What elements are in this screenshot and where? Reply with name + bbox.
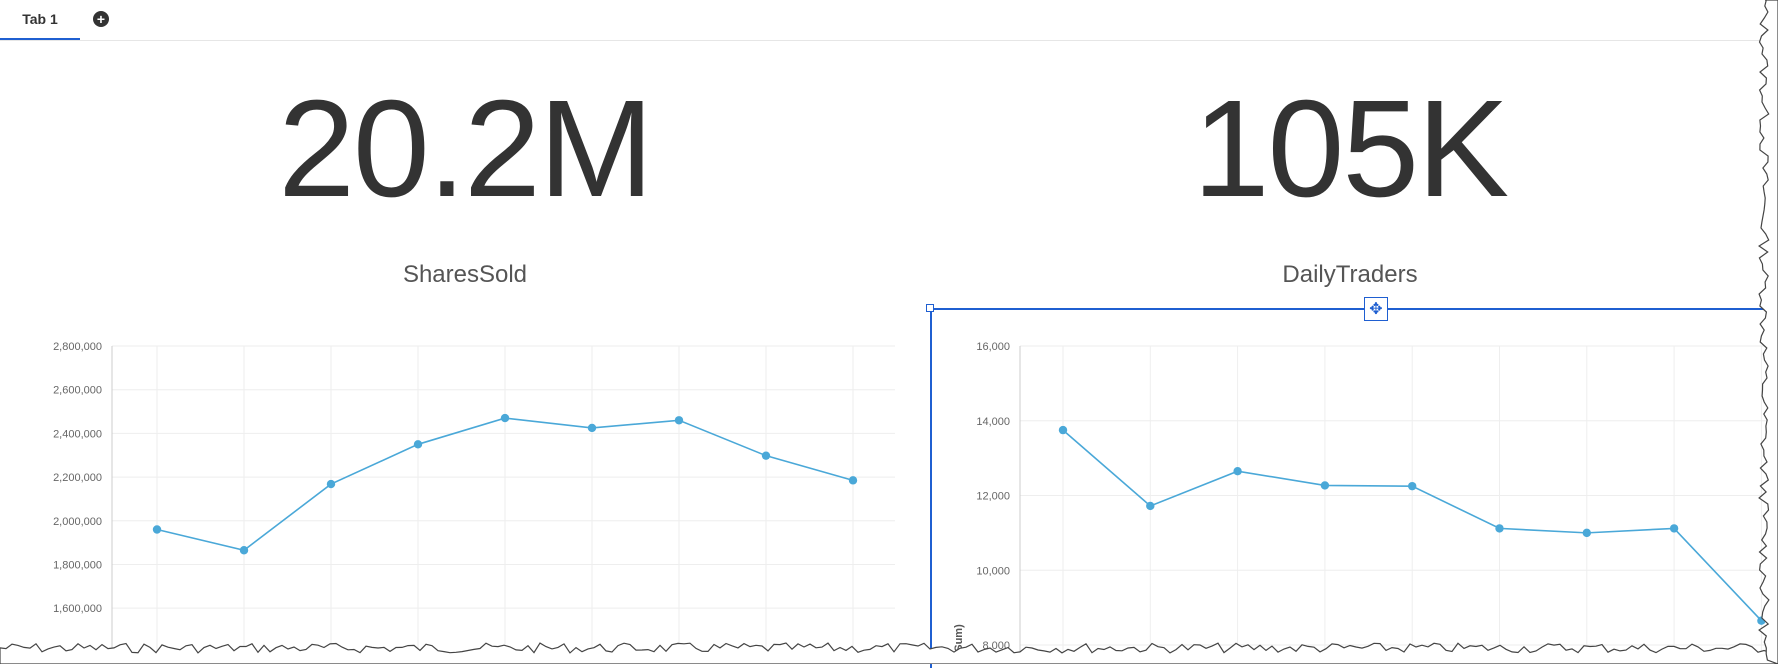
y-tick-label: 1,600,000 <box>53 603 102 615</box>
y-tick-label: 1,800,000 <box>53 559 102 571</box>
data-point[interactable] <box>152 525 162 534</box>
kpi-label: SharesSold <box>402 261 528 288</box>
data-point[interactable] <box>1757 616 1766 625</box>
kpi-label: DailyTraders <box>1282 261 1418 288</box>
move-arrows-icon[interactable]: ✥ <box>1364 297 1388 321</box>
data-point[interactable] <box>1669 524 1679 533</box>
kpi-value: 105K <box>1192 72 1509 226</box>
y-tick-label: 2,800,000 <box>53 341 102 353</box>
kpi-value: 20.2M <box>278 72 654 226</box>
y-tick-label: 2,200,000 <box>53 472 102 484</box>
data-point[interactable] <box>1233 467 1242 476</box>
y-tick-label: 10,000 <box>976 565 1010 577</box>
selection-border-left <box>930 308 932 668</box>
data-point[interactable] <box>1582 528 1591 538</box>
tab-1[interactable]: Tab 1 <box>0 0 80 40</box>
data-point[interactable] <box>848 476 858 485</box>
data-point[interactable] <box>674 416 684 425</box>
selection-border-top <box>930 308 1770 310</box>
y-axis-label: ers (Sum) <box>953 624 965 664</box>
data-point[interactable] <box>1320 481 1330 490</box>
data-point[interactable] <box>500 413 510 423</box>
daily-traders-line-chart[interactable]: 8,000 10,000 12,000 14,000 16,000 ers (Sum) <box>932 330 1770 664</box>
data-point[interactable] <box>761 451 771 460</box>
tab-bar: Tab 1 + <box>0 0 1770 41</box>
shares-sold-line-chart[interactable]: 1,600,000 1,800,000 2,000,000 2,200,000 2,40… <box>0 330 920 664</box>
resize-handle[interactable] <box>926 304 934 312</box>
y-tick-label: 2,000,000 <box>53 516 102 528</box>
y-tick-label: 8,000 <box>982 640 1010 652</box>
data-point[interactable] <box>1408 481 1417 491</box>
data-point[interactable] <box>413 440 423 449</box>
y-tick-label: 2,600,000 <box>53 385 102 397</box>
data-point[interactable] <box>1495 524 1504 533</box>
data-point[interactable] <box>1146 501 1155 511</box>
y-tick-label: 12,000 <box>976 491 1010 503</box>
data-point[interactable] <box>326 479 336 489</box>
data-point[interactable] <box>239 546 249 555</box>
y-tick-label: 14,000 <box>976 416 1010 428</box>
data-point[interactable] <box>1058 425 1068 435</box>
data-point[interactable] <box>587 423 597 433</box>
add-tab-icon[interactable]: + <box>93 11 109 27</box>
y-tick-label: 16,000 <box>976 341 1010 353</box>
y-tick-label: 2,400,000 <box>53 428 102 440</box>
